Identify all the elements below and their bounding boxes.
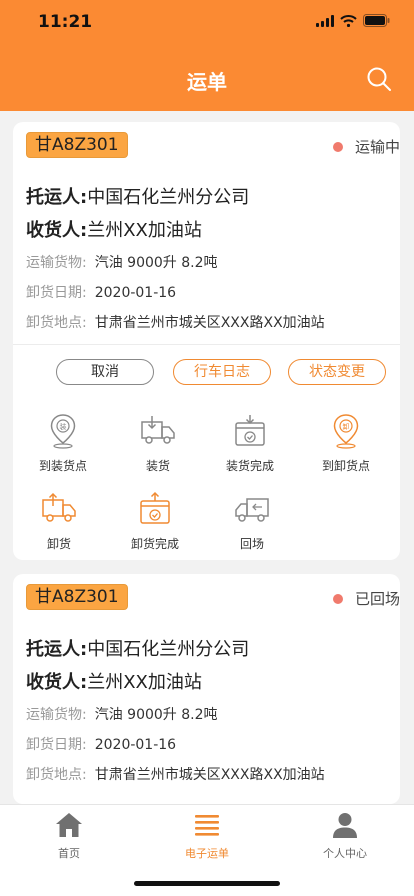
search-button[interactable] [366, 66, 392, 92]
status-bar: 11:21 [0, 0, 414, 44]
receiver-label: 收货人: [26, 672, 88, 693]
tab-home[interactable]: 首页 [0, 811, 138, 861]
plate-badge: 甘A8Z301 [26, 132, 128, 158]
location-row: 卸货地点: 甘肃省兰州市城关区XXX路XX加油站 [26, 312, 325, 332]
date-value: 2020-01-16 [94, 737, 177, 753]
shipper-label: 托运人: [26, 639, 88, 660]
location-label: 卸货地点: [26, 315, 87, 331]
shipper-row: 托运人:中国石化兰州分公司 [26, 635, 249, 661]
tab-label: 电子运单 [185, 847, 229, 860]
action-label: 卸货 [46, 537, 71, 551]
shipper-label: 托运人: [26, 187, 88, 208]
location-value: 甘肃省兰州市城关区XXX路XX加油站 [94, 315, 325, 331]
status-badge: 已回场 [332, 588, 400, 609]
shipper-value: 中国石化兰州分公司 [87, 639, 250, 660]
action-label: 到卸货点 [321, 459, 370, 473]
home-icon [56, 813, 82, 837]
divider [13, 344, 400, 345]
action-unloading-complete[interactable]: 卸货完成 [107, 490, 203, 552]
receiver-row: 收货人:兰州XX加油站 [26, 668, 202, 694]
plate-badge: 甘A8Z301 [26, 584, 128, 610]
search-icon [367, 67, 391, 91]
tab-label: 首页 [58, 847, 80, 860]
driving-log-button[interactable]: 行车日志 [173, 359, 271, 385]
goods-row: 运输货物: 汽油 9000升 8.2吨 [26, 704, 218, 724]
action-label: 装货完成 [225, 459, 274, 473]
shipper-value: 中国石化兰州分公司 [87, 187, 250, 208]
action-loading[interactable]: 装货 [110, 412, 206, 474]
truck-loading-icon [141, 416, 175, 444]
location-label: 卸货地点: [26, 767, 87, 783]
action-arrive-unloading[interactable]: 卸 到卸货点 [298, 412, 394, 474]
action-label: 到装货点 [38, 459, 87, 473]
truck-unloading-icon [42, 492, 76, 522]
tab-label: 个人中心 [323, 847, 367, 860]
date-label: 卸货日期: [26, 285, 87, 301]
waybill-card[interactable]: 甘A8Z301 运输中 托运人:中国石化兰州分公司 收货人:兰州XX加油站 运输… [13, 122, 400, 560]
app-header: 11:21 运单 [0, 0, 414, 111]
user-icon [333, 813, 357, 838]
box-check-orange-icon [140, 491, 170, 524]
goods-value: 汽油 9000升 8.2吨 [94, 255, 218, 271]
wifi-icon [340, 14, 357, 27]
tab-profile[interactable]: 个人中心 [276, 811, 414, 861]
action-label: 回场 [239, 537, 264, 551]
date-row: 卸货日期: 2020-01-16 [26, 282, 176, 302]
date-value: 2020-01-16 [94, 285, 177, 301]
receiver-value: 兰州XX加油站 [87, 220, 202, 241]
goods-row: 运输货物: 汽油 9000升 8.2吨 [26, 252, 218, 272]
shipper-row: 托运人:中国石化兰州分公司 [26, 183, 249, 209]
status-text: 已回场 [354, 590, 400, 608]
status-dot [332, 141, 343, 152]
truck-return-icon [235, 498, 269, 522]
action-unloading[interactable]: 卸货 [13, 490, 107, 552]
page-title: 运单 [187, 70, 227, 94]
receiver-value: 兰州XX加油站 [87, 672, 202, 693]
location-value: 甘肃省兰州市城关区XXX路XX加油站 [94, 767, 325, 783]
date-label: 卸货日期: [26, 737, 87, 753]
list-icon [195, 815, 219, 836]
action-arrive-loading[interactable]: 装 到装货点 [15, 412, 111, 474]
unloading-point-pin-icon: 卸 [333, 414, 359, 449]
location-row: 卸货地点: 甘肃省兰州市城关区XXX路XX加油站 [26, 764, 325, 784]
goods-label: 运输货物: [26, 707, 87, 723]
signal-icon [316, 14, 334, 27]
status-text: 运输中 [354, 138, 400, 156]
svg-text:装: 装 [60, 422, 67, 431]
action-label: 卸货完成 [130, 537, 179, 551]
action-return[interactable]: 回场 [204, 490, 300, 552]
box-check-icon [235, 415, 265, 446]
receiver-row: 收货人:兰州XX加油站 [26, 216, 202, 242]
cancel-button[interactable]: 取消 [56, 359, 154, 385]
date-row: 卸货日期: 2020-01-16 [26, 734, 176, 754]
action-loading-complete[interactable]: 装货完成 [202, 412, 298, 474]
home-indicator [134, 881, 280, 886]
status-time: 11:21 [38, 12, 93, 32]
goods-label: 运输货物: [26, 255, 87, 271]
tab-waybill[interactable]: 电子运单 [138, 811, 276, 861]
goods-value: 汽油 9000升 8.2吨 [94, 707, 218, 723]
battery-icon [363, 14, 390, 27]
loading-point-pin-icon: 装 [50, 414, 76, 449]
action-label: 装货 [145, 459, 170, 473]
receiver-label: 收货人: [26, 220, 88, 241]
status-change-button[interactable]: 状态变更 [288, 359, 386, 385]
waybill-card[interactable]: 甘A8Z301 已回场 托运人:中国石化兰州分公司 收货人:兰州XX加油站 运输… [13, 574, 400, 804]
svg-text:卸: 卸 [343, 422, 350, 431]
status-dot [332, 593, 343, 604]
status-badge: 运输中 [332, 136, 400, 157]
